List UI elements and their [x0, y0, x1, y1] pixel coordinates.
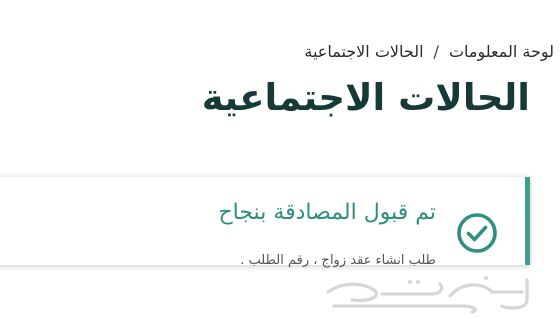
breadcrumb-item-social-cases[interactable]: الحالات الاجتماعية	[304, 42, 423, 61]
page-title: الحالات الاجتماعية	[201, 76, 530, 119]
success-alert-title: تم قبول المصادقة بنجاح	[218, 200, 436, 225]
check-circle-icon	[457, 213, 497, 253]
breadcrumb-item-dashboard[interactable]: لوحة المعلومات	[449, 42, 554, 61]
haraj-watermark-logo	[326, 276, 529, 314]
breadcrumb: لوحة المعلومات / الحالات الاجتماعية	[304, 42, 554, 61]
success-alert-message: طلب انشاء عقد زواج ، رقم الطلب .	[240, 253, 436, 268]
breadcrumb-separator: /	[433, 42, 439, 61]
